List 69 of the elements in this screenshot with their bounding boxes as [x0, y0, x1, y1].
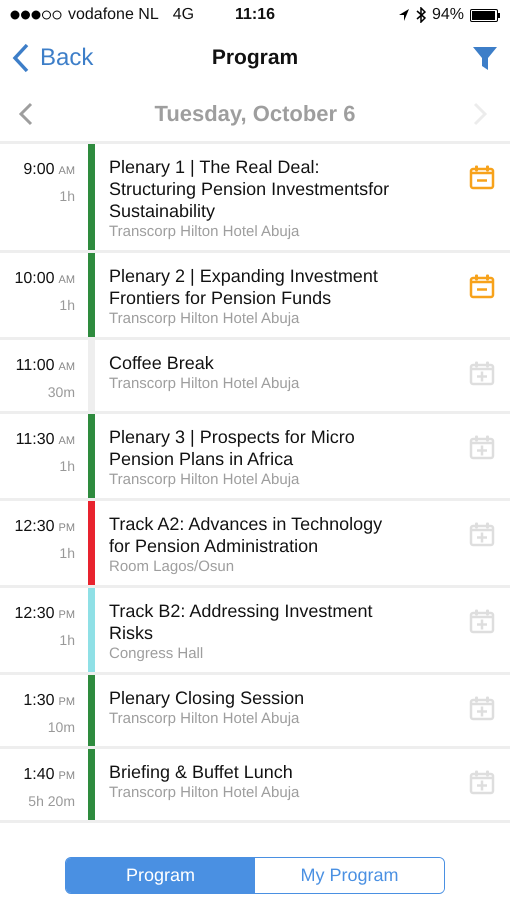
start-time: 11:30 [16, 430, 54, 450]
battery-percent: 94% [432, 5, 464, 25]
start-time: 11:00 [16, 356, 54, 376]
event-row[interactable]: 11:00 AM 30m Coffee Break Transcorp Hilton Hotel Abuja [0, 340, 510, 414]
start-time: 1:40 [23, 765, 54, 785]
duration: 10m [48, 718, 75, 737]
calendar-add-icon[interactable] [469, 521, 495, 547]
calendar-remove-icon[interactable] [469, 273, 495, 299]
session-location: Transcorp Hilton Hotel Abuja [109, 470, 300, 490]
date-label: Tuesday, October 6 [154, 100, 356, 128]
page-title: Program [212, 45, 298, 72]
network-type: 4G [172, 5, 194, 25]
event-row[interactable]: 1:30 PM 10m Plenary Closing Session Transcorp Hilton Hotel Abuja [0, 675, 510, 749]
calendar-add-icon[interactable] [469, 769, 495, 795]
start-time: 1:30 [23, 691, 54, 711]
start-time: 10:00 [14, 269, 54, 289]
session-location: Congress Hall [109, 644, 204, 664]
event-row[interactable]: 10:00 AM 1h Plenary 2 | Expanding Investment Frontiers for Pension Funds Transcorp Hilton Hotel Abuja [0, 253, 510, 340]
time-period: AM [58, 360, 75, 375]
calendar-add-icon[interactable] [469, 360, 495, 386]
session-location: Transcorp Hilton Hotel Abuja [109, 374, 300, 394]
filter-icon[interactable] [472, 45, 498, 71]
bluetooth-icon [416, 7, 426, 23]
duration: 1h [59, 187, 75, 206]
duration: 1h [59, 457, 75, 476]
session-location: Transcorp Hilton Hotel Abuja [109, 222, 300, 242]
clock: 11:16 [234, 5, 276, 25]
back-button[interactable]: Back [12, 40, 212, 76]
session-location: Transcorp Hilton Hotel Abuja [109, 783, 300, 803]
duration: 5h 20m [28, 792, 75, 811]
chevron-left-icon [12, 43, 30, 73]
signal-icon [10, 10, 62, 20]
calendar-add-icon[interactable] [469, 434, 495, 460]
time-period: PM [58, 769, 75, 784]
event-row[interactable]: 1:40 PM 5h 20m Briefing & Buffet Lunch Transcorp Hilton Hotel Abuja [0, 749, 510, 823]
battery-icon [470, 8, 500, 22]
time-period: PM [58, 521, 75, 536]
event-row[interactable]: 12:30 PM 1h Track A2: Advances in Technology for Pension Administration Room Lagos/Osun [0, 501, 510, 588]
time-period: PM [58, 608, 75, 623]
duration: 1h [59, 296, 75, 315]
session-location: Transcorp Hilton Hotel Abuja [109, 309, 300, 329]
start-time: 12:30 [14, 604, 54, 624]
session-title: Plenary 2 | Expanding Investment Frontiers for Pension Funds [109, 265, 379, 309]
time-period: AM [58, 273, 75, 288]
session-title: Coffee Break [109, 352, 215, 374]
duration: 1h [59, 631, 75, 650]
session-title: Track B2: Addressing Investment Risks [109, 600, 374, 644]
start-time: 9:00 [23, 160, 54, 180]
duration: 30m [48, 383, 75, 402]
session-title: Plenary 1 | The Real Deal: Structuring Pension Investmentsfor Sustainability [109, 156, 390, 222]
time-period: AM [58, 164, 75, 179]
session-location: Transcorp Hilton Hotel Abuja [109, 709, 300, 729]
duration: 1h [59, 544, 75, 563]
time-period: AM [58, 434, 75, 449]
calendar-add-icon[interactable] [469, 608, 495, 634]
session-title: Track A2: Advances in Technology for Pension Administration [109, 513, 384, 557]
event-row[interactable]: 9:00 AM 1h Plenary 1 | The Real Deal: Structuring Pension Investmentsfor Sustainability Transcorp Hilton Hotel Abuja [0, 144, 510, 253]
session-location: Room Lagos/Osun [109, 557, 236, 577]
session-title: Plenary Closing Session [109, 687, 306, 709]
session-title: Briefing & Buffet Lunch [109, 761, 294, 783]
event-row[interactable]: 12:30 PM 1h Track B2: Addressing Investment Risks Congress Hall [0, 588, 510, 675]
carrier-name: vodafone NL [68, 5, 159, 25]
calendar-add-icon[interactable] [469, 695, 495, 721]
location-arrow-icon [398, 8, 410, 22]
event-row[interactable]: 11:30 AM 1h Plenary 3 | Prospects for Micro Pension Plans in Africa Transcorp Hilton Hotel Abuja [0, 414, 510, 501]
start-time: 12:30 [14, 517, 54, 537]
session-title: Plenary 3 | Prospects for Micro Pension Plans in Africa [109, 426, 356, 470]
time-period: PM [58, 695, 75, 710]
calendar-remove-icon[interactable] [469, 164, 495, 190]
